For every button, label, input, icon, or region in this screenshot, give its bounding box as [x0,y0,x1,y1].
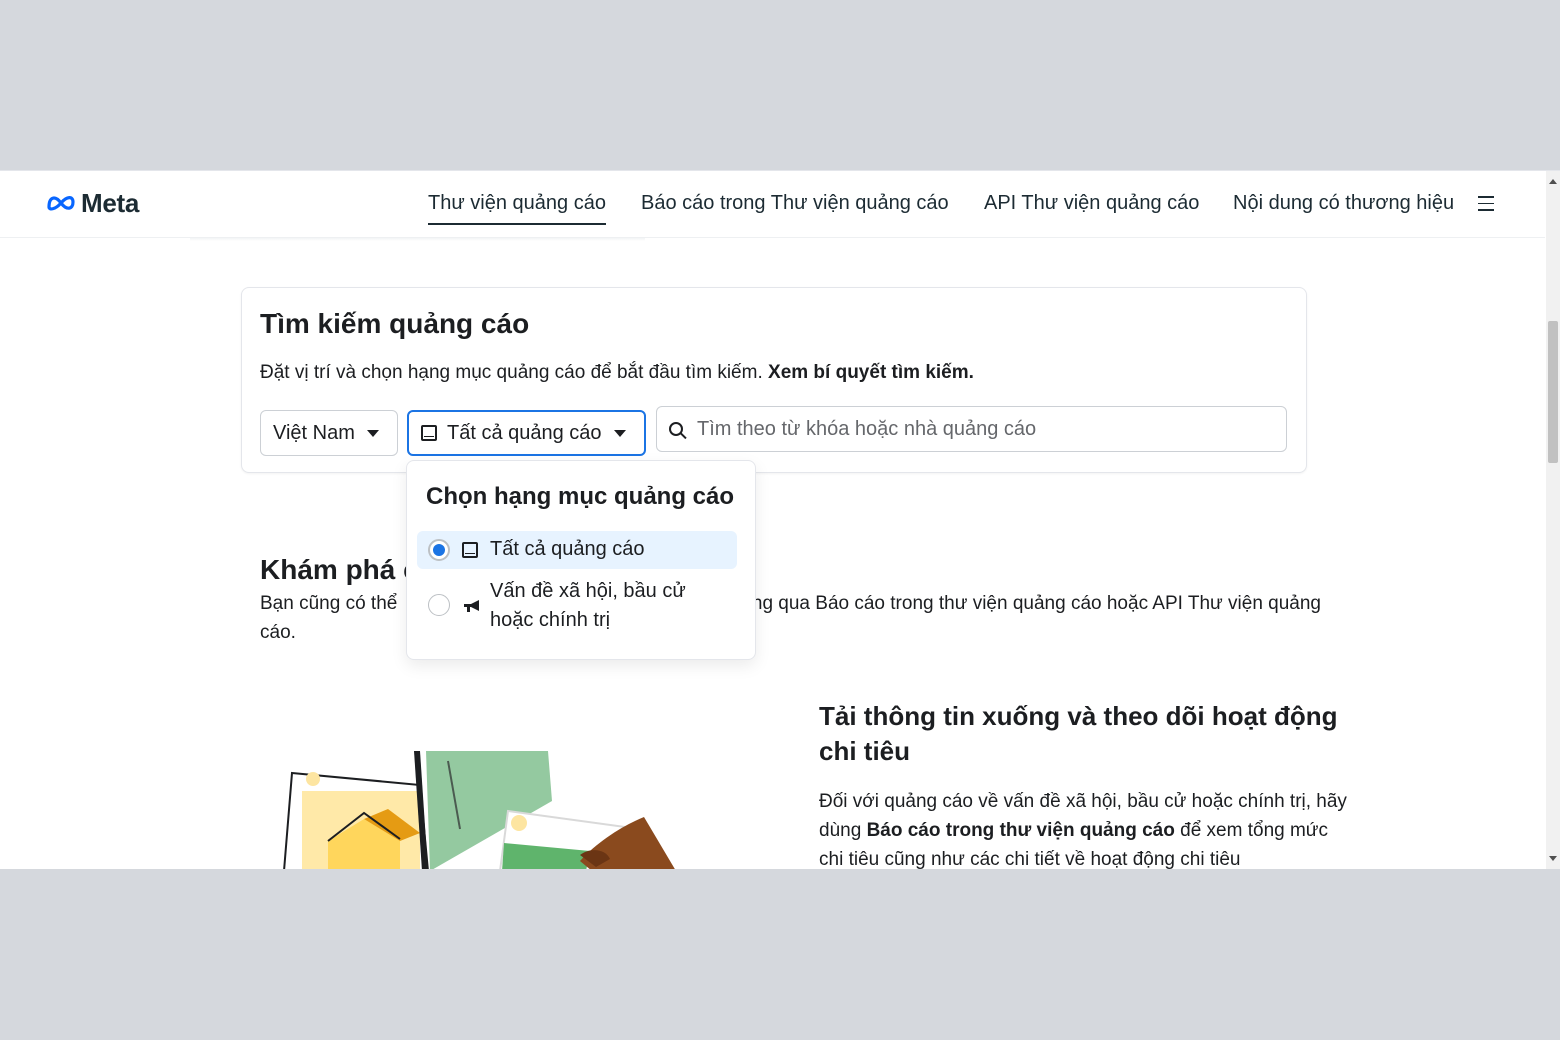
illustration-graphic [283,751,675,869]
scroll-thumb[interactable] [1548,321,1558,463]
nav-ad-library-api[interactable]: API Thư viện quảng cáo [984,192,1199,215]
radio-selected[interactable] [428,539,450,561]
search-box[interactable] [656,406,1287,452]
option-all-ads[interactable]: Tất cả quảng cáo [417,531,737,569]
category-value: Tất cả quảng cáo [447,421,602,444]
explore-title: Khám phá c [260,554,419,585]
nav-shadow [190,237,645,241]
search-input[interactable] [695,416,1259,442]
nav-branded-content[interactable]: Nội dung có thương hiệu [1233,192,1454,215]
ad-library-report-link[interactable]: Báo cáo trong thư viện quảng cáo [867,820,1175,841]
scroll-up-arrow-icon[interactable] [1549,179,1557,184]
option-political-line1: Vấn đề xã hội, bầu cử [490,580,686,602]
megaphone-icon [462,598,482,619]
caret-down-icon [613,429,626,437]
country-value: Việt Nam [273,421,355,444]
explore-desc-right: ng qua Báo cáo trong thư viện quảng cáo … [751,593,1321,614]
explore-desc-left: Bạn cũng có thể [260,593,398,614]
country-select[interactable]: Việt Nam [260,410,398,456]
option-political-ads[interactable]: Vấn đề xã hội, bầu cử hoặc chính trị [417,577,737,639]
caret-down-icon [366,429,379,437]
browser-viewport: Meta Thư viện quảng cáo Báo cáo trong Th… [0,170,1560,869]
radio-unselected[interactable] [428,594,450,616]
search-title: Tìm kiếm quảng cáo [260,308,530,339]
nav-ad-library[interactable]: Thư viện quảng cáo [428,192,606,225]
search-tips-link[interactable]: Xem bí quyết tìm kiếm. [768,362,974,383]
tablet-icon [421,425,437,441]
category-dropdown: Chọn hạng mục quảng cáo Tất cả quảng cáo… [406,460,756,660]
page-scrollbar[interactable] [1546,171,1560,869]
option-political-ads-label: Vấn đề xã hội, bầu cử hoặc chính trị [490,577,686,635]
top-navigation: Meta Thư viện quảng cáo Báo cáo trong Th… [0,171,1545,238]
search-description-text: Đặt vị trí và chọn hạng mục quảng cáo để… [260,362,763,383]
explore-desc-line2: cáo. [260,622,296,643]
search-icon [669,422,683,436]
search-description: Đặt vị trí và chọn hạng mục quảng cáo để… [260,362,974,384]
scroll-down-arrow-icon[interactable] [1549,856,1557,861]
meta-logo[interactable]: Meta [45,187,139,219]
logo-text: Meta [81,187,140,218]
hamburger-menu-icon[interactable] [1478,196,1494,212]
category-select[interactable]: Tất cả quảng cáo [407,410,646,456]
tablet-icon [462,542,488,558]
dropdown-title: Chọn hạng mục quảng cáo [426,483,735,510]
search-ads-card: Tìm kiếm quảng cáo Đặt vị trí và chọn hạ… [241,287,1307,473]
download-title: Tải thông tin xuống và theo dõi hoạt độn… [819,701,1338,766]
download-description: Đối với quảng cáo về vấn đề xã hội, bầu … [819,787,1349,869]
option-political-line2: hoặc chính trị [490,609,611,631]
option-all-ads-label: Tất cả quảng cáo [490,538,645,560]
download-illustration [280,751,700,869]
nav-ad-library-report[interactable]: Báo cáo trong Thư viện quảng cáo [641,192,949,215]
meta-infinity-icon [47,196,75,211]
